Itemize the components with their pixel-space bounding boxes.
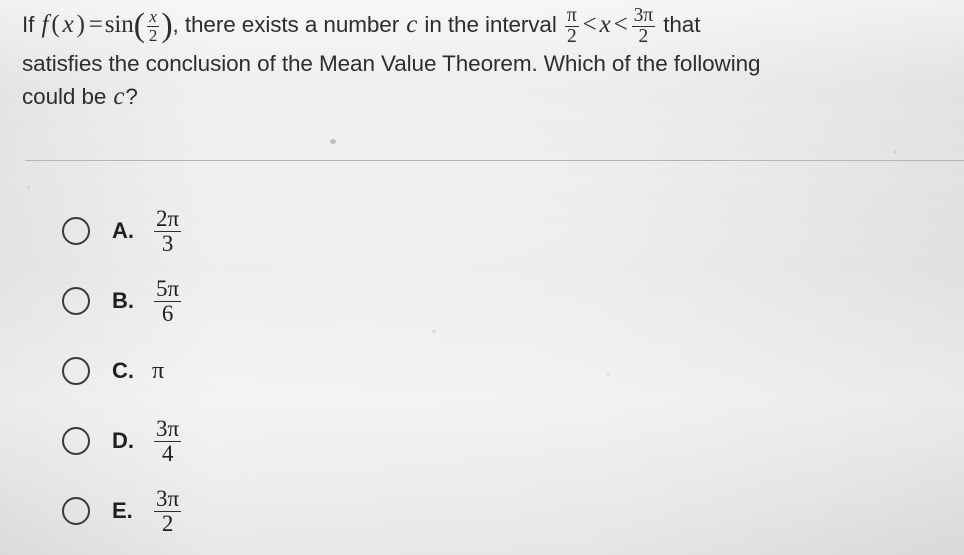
choice-b-numerator: 5π (154, 276, 182, 302)
answer-choice-list: A. 2π 3 B. 5π 6 C. π D. 3π 4 E. 3π 2 (0, 196, 964, 546)
open-paren: ( (51, 10, 60, 38)
choice-value-a: 2π 3 (152, 207, 183, 255)
stem-text-that: that (657, 11, 701, 37)
answer-choice-a[interactable]: A. 2π 3 (0, 196, 964, 266)
equals-sign: = (88, 10, 103, 38)
upper-bound-numerator: 3π (631, 5, 656, 27)
choice-a-numerator: 2π (154, 206, 182, 232)
choice-value-e: 3π 2 (152, 487, 183, 535)
stem-text-interval: in the interval (418, 11, 563, 37)
question-stem: If f(x) =sin(x 2), there exists a number c… (22, 6, 952, 113)
question-line-1: If f(x) =sin(x 2), there exists a number c… (22, 6, 952, 47)
section-divider (25, 160, 964, 161)
less-than-sign-right: < (613, 10, 628, 38)
arg-close-paren: ) (161, 6, 173, 44)
sine-operator: sin (104, 10, 134, 38)
argument-numerator: x (146, 8, 160, 27)
variable-c: c (406, 10, 418, 38)
stem-text-intro: If (22, 11, 41, 37)
argument-fraction: x2 (146, 8, 160, 45)
choice-d-denominator: 4 (161, 440, 174, 466)
question-line-3: could be c? (22, 80, 952, 113)
answer-choice-c[interactable]: C. π (0, 336, 964, 406)
choice-c-symbol: π (152, 357, 165, 384)
choice-letter-c: C. (112, 358, 134, 383)
choice-e-denominator: 2 (161, 510, 174, 536)
inequality-variable-x: x (599, 10, 611, 38)
stem-question-mark: ? (125, 83, 138, 109)
choice-d-numerator: 3π (154, 416, 182, 442)
paper-speck (330, 139, 336, 144)
radio-button-a[interactable] (62, 217, 90, 245)
variable-c-final: c (113, 82, 125, 110)
radio-button-d[interactable] (62, 427, 90, 455)
arg-open-paren: ( (133, 6, 145, 44)
close-paren: ) (76, 10, 85, 38)
answer-choice-e[interactable]: E. 3π 2 (0, 476, 964, 546)
answer-choice-b[interactable]: B. 5π 6 (0, 266, 964, 336)
choice-e-numerator: 3π (154, 486, 182, 512)
choice-b-fraction: 5π 6 (154, 276, 182, 326)
answer-choice-d[interactable]: D. 3π 4 (0, 406, 964, 476)
lower-bound-numerator: π (564, 5, 579, 27)
variable-x: x (62, 10, 74, 38)
paper-speck (27, 186, 30, 189)
function-name-f: f (41, 10, 49, 38)
lower-bound-denominator: 2 (566, 25, 577, 47)
radio-button-b[interactable] (62, 287, 90, 315)
choice-e-fraction: 3π 2 (154, 486, 182, 536)
question-page: If f(x) =sin(x 2), there exists a number c… (0, 0, 964, 555)
choice-d-fraction: 3π 4 (154, 416, 182, 466)
choice-value-d: 3π 4 (152, 417, 183, 465)
choice-letter-a: A. (112, 218, 134, 243)
choice-value-b: 5π 6 (152, 277, 183, 325)
radio-button-c[interactable] (62, 357, 90, 385)
argument-denominator: 2 (148, 25, 158, 45)
radio-button-e[interactable] (62, 497, 90, 525)
choice-letter-b: B. (112, 288, 134, 313)
upper-bound-fraction: 3π 2 (631, 5, 656, 47)
choice-a-fraction: 2π 3 (154, 206, 182, 256)
lower-bound-fraction: π2 (564, 5, 579, 47)
paper-speck (893, 150, 897, 154)
choice-value-c: π (152, 358, 164, 385)
question-line-2: satisfies the conclusion of the Mean Val… (22, 50, 761, 76)
choice-letter-d: D. (112, 428, 134, 453)
choice-a-denominator: 3 (161, 230, 174, 256)
less-than-sign-left: < (582, 10, 597, 38)
stem-text-mid: , there exists a number (172, 11, 406, 37)
upper-bound-denominator: 2 (638, 25, 649, 47)
choice-letter-e: E. (112, 498, 133, 523)
stem-text-could-be: could be (22, 83, 113, 109)
choice-b-denominator: 6 (161, 300, 174, 326)
